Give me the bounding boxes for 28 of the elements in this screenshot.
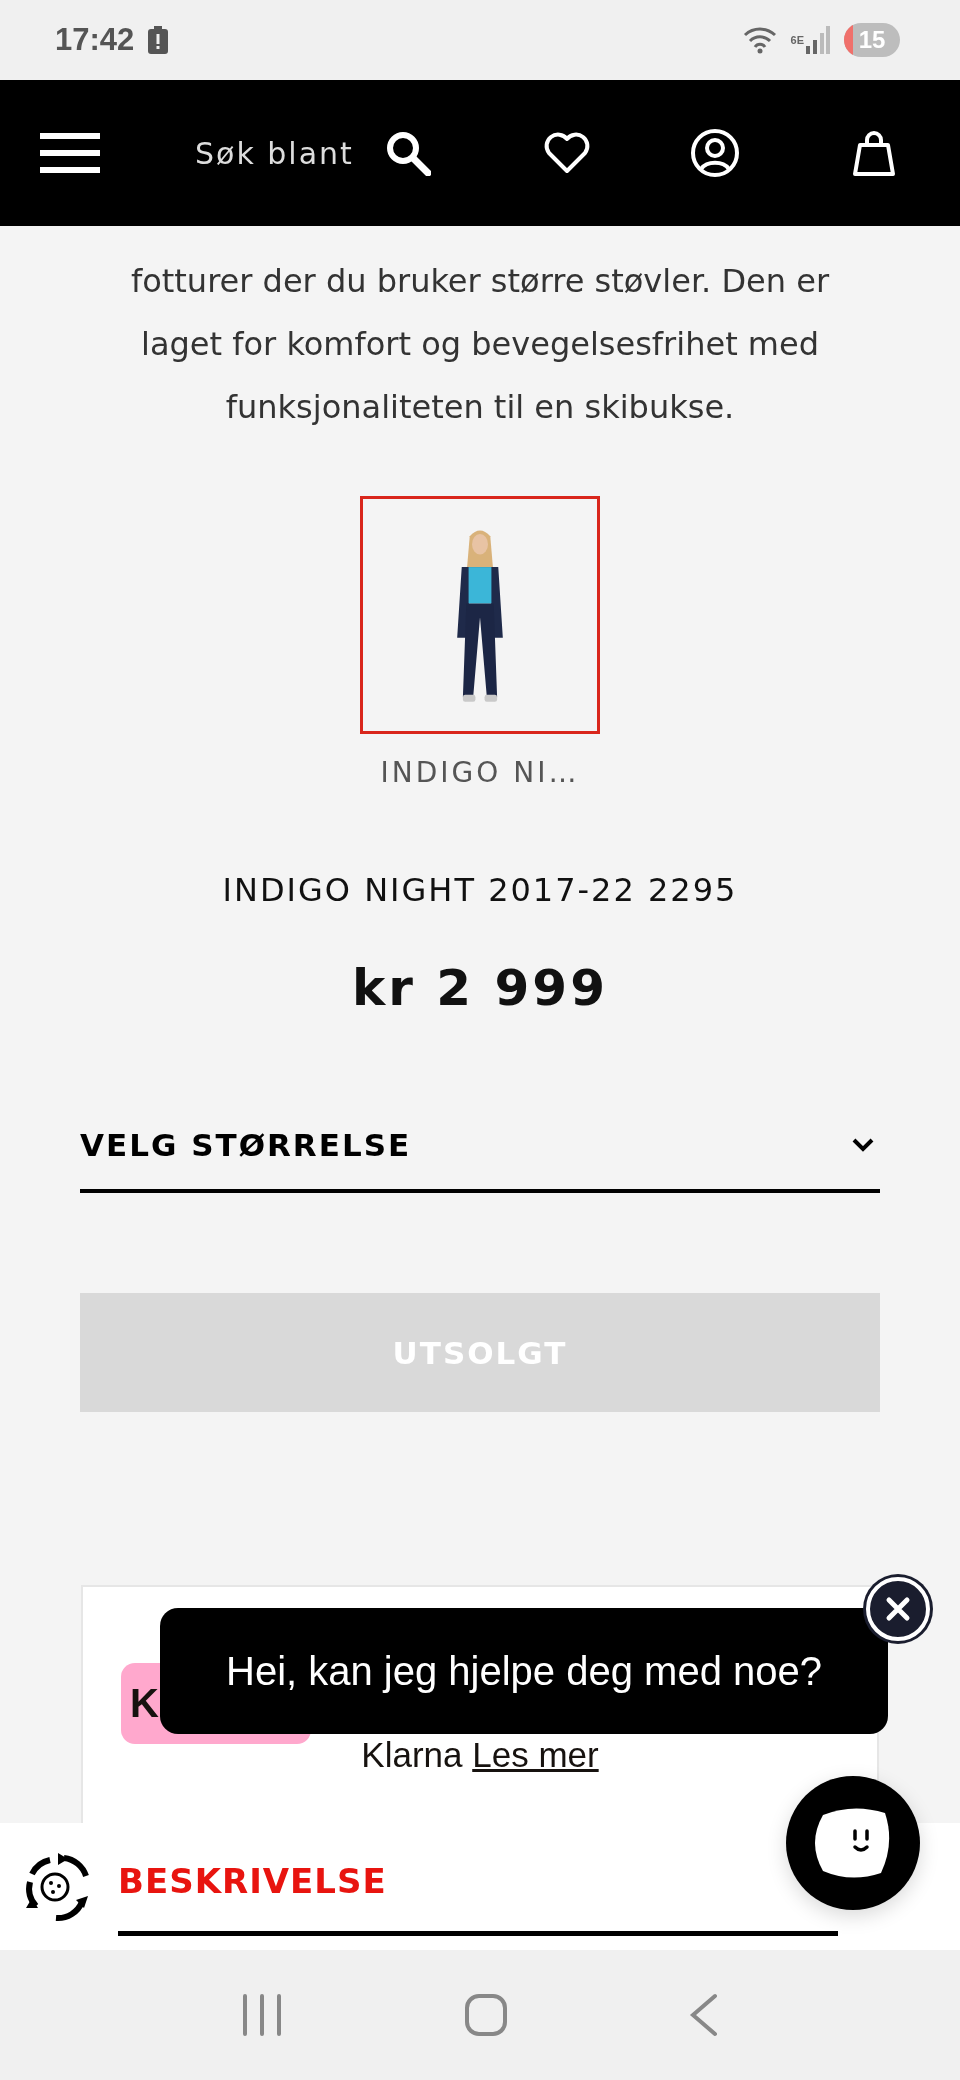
status-time: 17:42 bbox=[55, 22, 135, 58]
chevron-down-icon bbox=[852, 1138, 874, 1152]
read-more-link[interactable]: Les mer bbox=[472, 1735, 599, 1774]
account-icon[interactable] bbox=[690, 128, 740, 178]
close-icon bbox=[884, 1595, 912, 1623]
heart-icon[interactable] bbox=[544, 132, 590, 174]
shopping-bag-icon[interactable] bbox=[852, 129, 896, 177]
chat-message: Hei, kan jeg hjelpe deg med noe? bbox=[160, 1608, 888, 1734]
product-description: fotturer der du bruker større støvler. Den er laget for komfort og bevegelsesfrihet med funksjonaliteten til en skibukse. bbox=[129, 261, 831, 428]
search-field[interactable]: Søk blant bbox=[195, 135, 377, 171]
menu-icon[interactable] bbox=[40, 133, 100, 173]
wifi-icon bbox=[742, 26, 777, 54]
signal-icon bbox=[806, 26, 830, 54]
variant-thumbnail[interactable] bbox=[360, 496, 600, 734]
product-price: kr 2 999 bbox=[352, 959, 608, 1017]
product-name: INDIGO NIGHT 2017-22 2295 bbox=[222, 871, 738, 909]
variant-label: INDIGO NI… bbox=[380, 756, 580, 789]
wifi-label: 6E bbox=[790, 34, 804, 46]
back-icon[interactable] bbox=[689, 1993, 720, 2037]
home-icon[interactable] bbox=[464, 1993, 508, 2037]
close-button[interactable] bbox=[866, 1577, 930, 1641]
search-icon[interactable] bbox=[385, 130, 431, 176]
battery-indicator: 15 bbox=[844, 23, 900, 57]
battery-alert-icon bbox=[148, 26, 169, 54]
size-dropdown[interactable]: VELG STØRRELSE bbox=[80, 1127, 880, 1193]
recent-apps-icon[interactable] bbox=[240, 1994, 283, 2036]
section-heading[interactable]: BESKRIVELSE bbox=[118, 1861, 387, 1901]
klarna-text: Klarna Les mer bbox=[361, 1735, 599, 1775]
